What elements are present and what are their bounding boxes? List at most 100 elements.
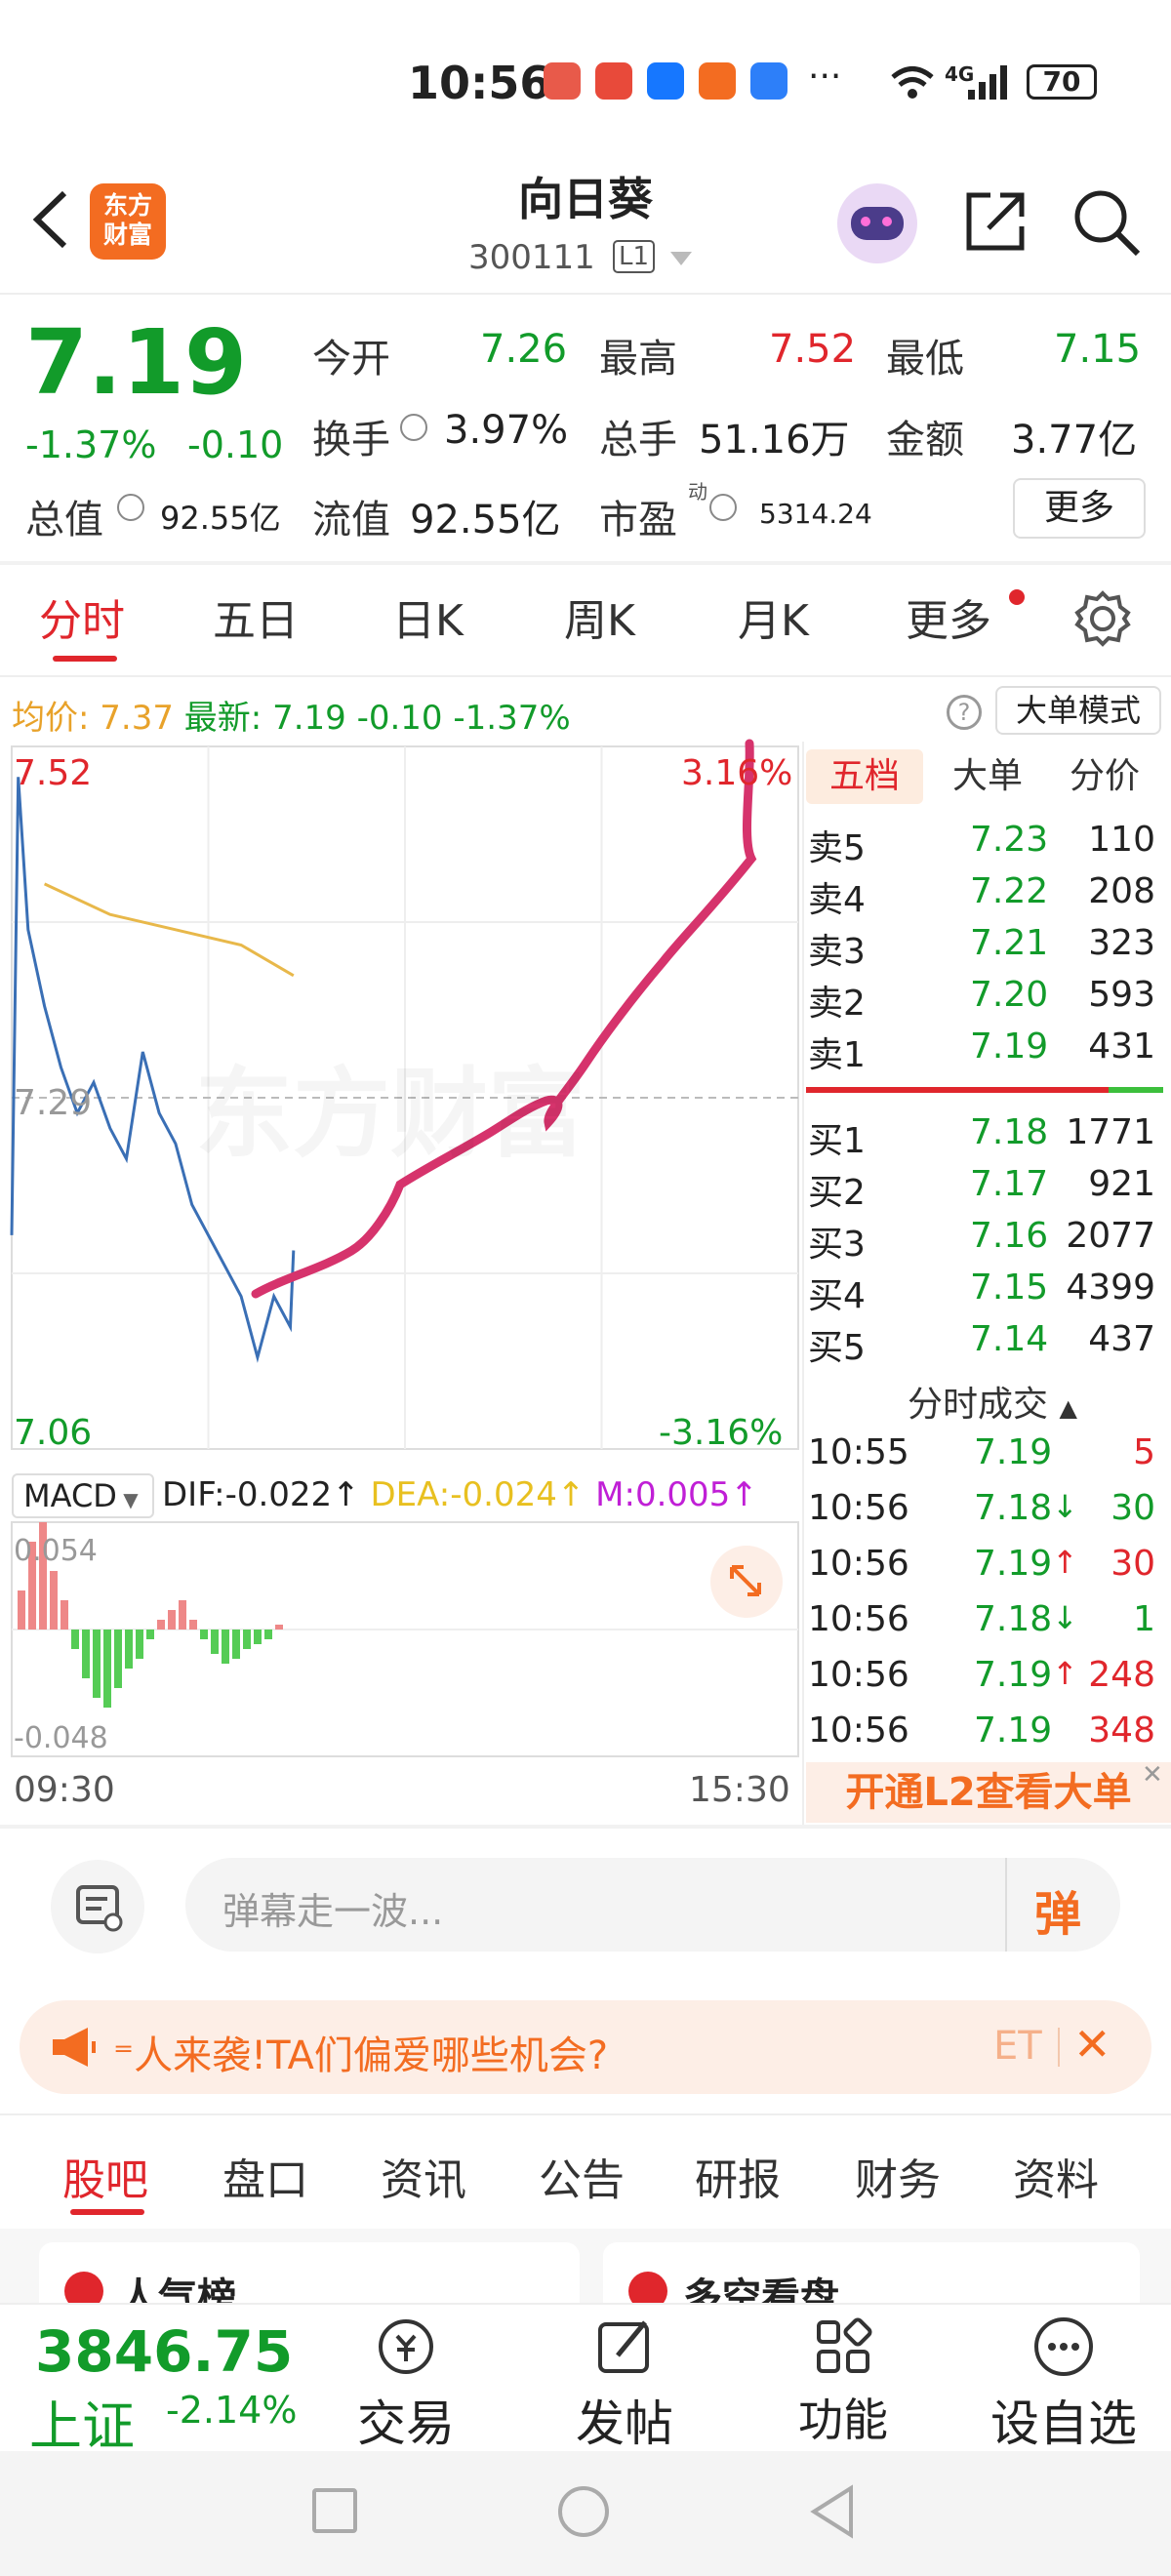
danmu-placeholder: 弹幕走一波...: [222, 1890, 444, 1933]
current-price: 7.19: [25, 310, 247, 415]
grid-icon: [817, 2317, 872, 2373]
ob-tab-price[interactable]: 分价: [1070, 749, 1140, 804]
info-icon[interactable]: [709, 494, 737, 521]
bid-row[interactable]: 买1 7.18 1771: [808, 1112, 1169, 1161]
expand-button[interactable]: [710, 1546, 783, 1618]
chevron-down-icon[interactable]: [668, 250, 694, 267]
alipay-icon: [647, 62, 684, 100]
missed-call-icon: [544, 62, 581, 100]
macd-bottom-value: -0.048: [14, 1721, 108, 1755]
latest-label: 最新:: [183, 699, 262, 738]
tab-five-day[interactable]: 五日: [213, 585, 299, 648]
nav-functions[interactable]: 功能: [775, 2313, 911, 2449]
card-popularity[interactable]: 人气榜: [39, 2242, 580, 2320]
ask-row[interactable]: 卖1 7.19 431: [808, 1026, 1169, 1075]
bid-price: 7.16: [970, 1216, 1049, 1256]
back-nav-icon[interactable]: [808, 2484, 857, 2539]
section-tab[interactable]: 资料: [1013, 2145, 1099, 2207]
pe-value: 5314.24: [759, 498, 872, 530]
nav-trade[interactable]: 交易: [338, 2313, 474, 2452]
trades-title[interactable]: 分时成交 ▲: [908, 1376, 1077, 1427]
trade-time: 10:56: [808, 1655, 909, 1695]
tab-monthly-k[interactable]: 月K: [738, 585, 809, 648]
ask-price: 7.20: [970, 975, 1049, 1015]
close-icon[interactable]: ✕: [1142, 1760, 1163, 1790]
info-icon[interactable]: [117, 494, 144, 521]
danmu-separator: [1005, 1858, 1007, 1952]
bid-row[interactable]: 买4 7.15 4399: [808, 1268, 1169, 1316]
tab-weekly-k[interactable]: 周K: [564, 585, 635, 648]
level-badge[interactable]: L1: [613, 240, 656, 273]
divider: [0, 293, 1171, 295]
section-tab[interactable]: 股吧: [62, 2145, 148, 2207]
nav-post[interactable]: 发帖: [556, 2313, 693, 2452]
bid-price: 7.15: [970, 1268, 1049, 1308]
home-button[interactable]: [558, 2486, 609, 2537]
notice-banner[interactable]: ⁼人来袭!TA们偏爱哪些机会? ET ✕: [20, 2000, 1151, 2094]
ob-tab-five[interactable]: 五档: [806, 749, 923, 804]
avg-price-line: [43, 882, 295, 978]
section-tab[interactable]: 研报: [695, 2145, 781, 2207]
section-tab[interactable]: 资讯: [381, 2145, 466, 2207]
trade-price: 7.19: [974, 1432, 1053, 1472]
info-icon[interactable]: [400, 414, 427, 441]
search-icon[interactable]: [1071, 187, 1142, 258]
bid-row[interactable]: 买5 7.14 437: [808, 1319, 1169, 1368]
ask-label: 卖5: [808, 828, 866, 868]
danmu-settings-button[interactable]: [51, 1860, 144, 1953]
tab-intraday[interactable]: 分时: [39, 585, 125, 648]
ask-row[interactable]: 卖4 7.22 208: [808, 871, 1169, 920]
nav-add-watchlist[interactable]: 设自选: [976, 2313, 1151, 2452]
change-pct: -1.37%: [25, 423, 157, 466]
trade-volume: 30: [1110, 1544, 1155, 1584]
close-icon[interactable]: ✕: [1073, 2018, 1111, 2071]
stock-code[interactable]: 300111: [468, 238, 595, 277]
recents-button[interactable]: [312, 2488, 357, 2533]
tab-daily-k[interactable]: 日K: [392, 585, 464, 648]
ask-row[interactable]: 卖2 7.20 593: [808, 975, 1169, 1024]
danmu-send-button[interactable]: 弹: [1034, 1875, 1081, 1944]
float-label: 流值: [312, 498, 390, 543]
tab-underline: [53, 656, 117, 662]
trade-arrow: ↓: [1052, 1488, 1078, 1525]
macd-bar: [93, 1630, 101, 1698]
share-icon[interactable]: [961, 187, 1030, 256]
bid-row[interactable]: 买2 7.17 921: [808, 1164, 1169, 1213]
trades-title-label: 分时成交: [908, 1385, 1049, 1425]
settings-icon[interactable]: [1073, 589, 1132, 648]
volume-label: 总手: [599, 418, 677, 463]
index-ticker[interactable]: 3846.75 上证 -2.14%: [29, 2318, 322, 2457]
tab-more[interactable]: 更多: [906, 585, 991, 648]
low-label: 最低: [886, 337, 964, 382]
float-value: 92.55亿: [410, 498, 561, 543]
macd-bar: [71, 1630, 79, 1649]
divider: [0, 675, 1171, 677]
macd-selector[interactable]: MACD ▼: [12, 1473, 154, 1518]
index-name: 上证: [29, 2395, 135, 2457]
section-tab[interactable]: 盘口: [222, 2145, 308, 2207]
ask-row[interactable]: 卖5 7.23 110: [808, 820, 1169, 868]
signal-icon: [968, 65, 1007, 100]
help-icon[interactable]: ?: [947, 695, 982, 730]
danmu-input[interactable]: 弹幕走一波... 弹: [185, 1858, 1120, 1952]
section-tab[interactable]: 财务: [855, 2145, 941, 2207]
l2-banner[interactable]: 开通L2查看大单: [806, 1762, 1171, 1823]
trade-price: 7.18: [974, 1599, 1053, 1639]
robot-avatar-icon[interactable]: [837, 183, 917, 263]
card-long-short[interactable]: 多空看盘: [603, 2242, 1140, 2320]
trade-time: 10:56: [808, 1599, 909, 1639]
macd-bar: [18, 1590, 25, 1630]
ob-tab-big[interactable]: 大单: [952, 749, 1023, 804]
mktcap-value: 92.55亿: [160, 500, 281, 537]
watermark: 东方财富: [195, 1034, 586, 1176]
index-value: 3846.75: [35, 2318, 294, 2385]
section-tab[interactable]: 公告: [539, 2145, 625, 2207]
big-order-mode-button[interactable]: 大单模式: [995, 686, 1161, 735]
macd-bar: [61, 1600, 68, 1630]
ask-row[interactable]: 卖3 7.21 323: [808, 923, 1169, 972]
bid-volume: 2077: [1066, 1216, 1155, 1256]
ask-price: 7.23: [970, 820, 1049, 860]
bid-row[interactable]: 买3 7.16 2077: [808, 1216, 1169, 1265]
more-button[interactable]: 更多: [1013, 478, 1146, 539]
change-value: -0.10: [187, 423, 284, 466]
